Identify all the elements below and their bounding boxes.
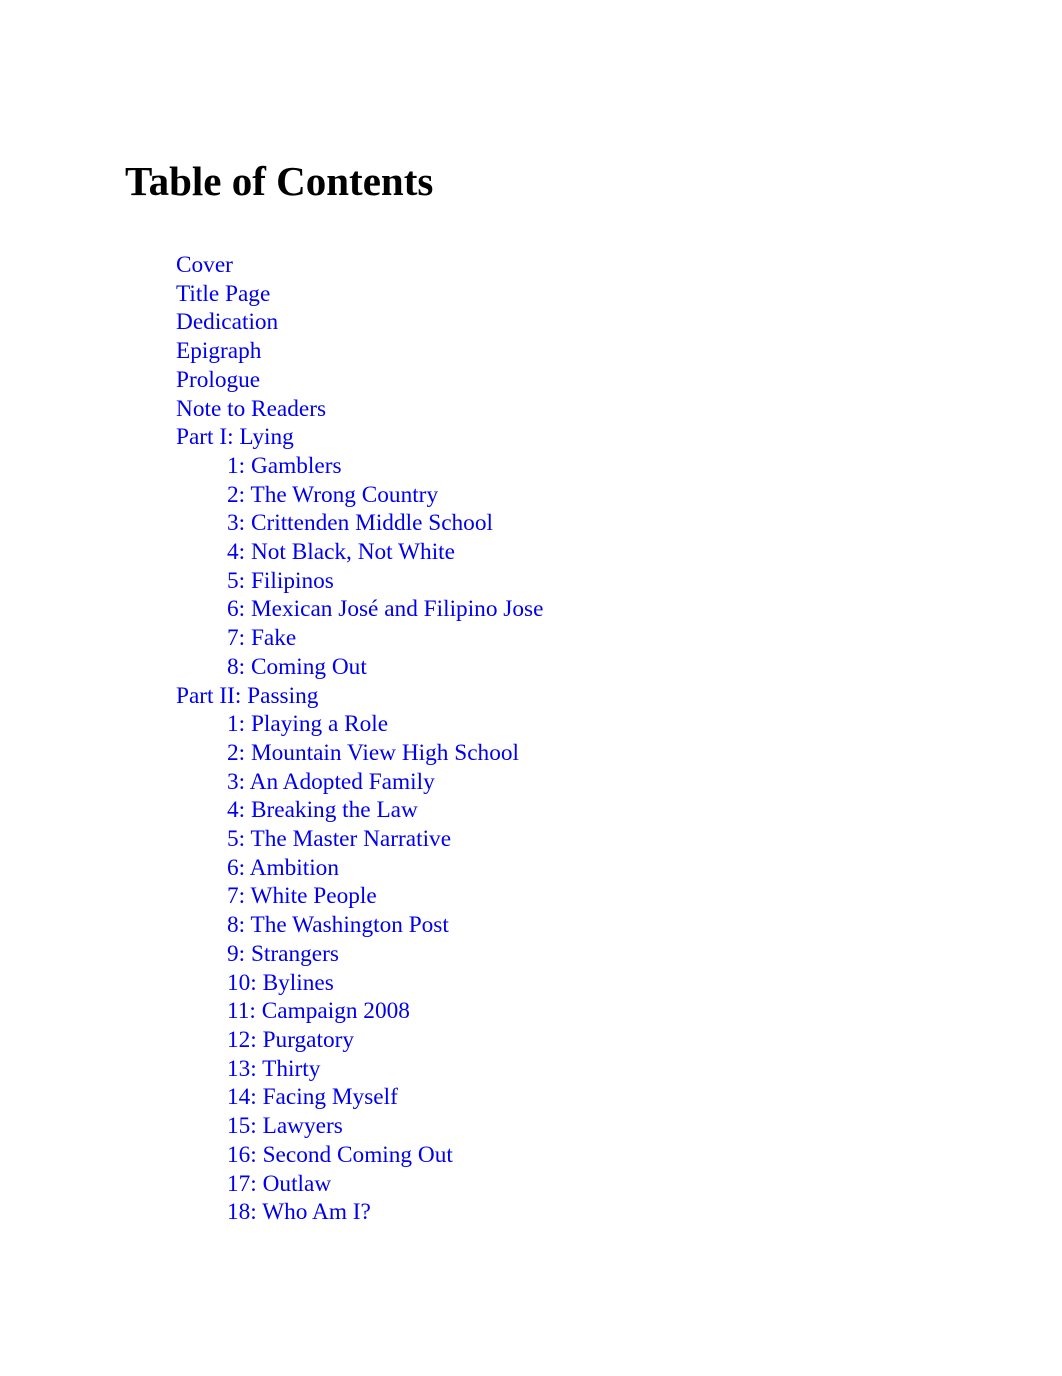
toc-entry: 5: The Master Narrative bbox=[176, 825, 976, 854]
toc-entry: 15: Lawyers bbox=[176, 1112, 976, 1141]
toc-entry: Part II: Passing bbox=[176, 682, 976, 711]
toc-link[interactable]: 9: Strangers bbox=[227, 941, 339, 967]
document-page: Table of Contents Cover Title Page Dedicat… bbox=[0, 0, 1062, 1376]
toc-link[interactable]: 5: The Master Narrative bbox=[227, 826, 451, 852]
toc-link[interactable]: 8: The Washington Post bbox=[227, 912, 449, 938]
toc-link[interactable]: Note to Readers bbox=[176, 396, 326, 422]
toc-entry: 10: Bylines bbox=[176, 969, 976, 998]
toc-entry: 9: Strangers bbox=[176, 940, 976, 969]
toc-entry: 13: Thirty bbox=[176, 1055, 976, 1084]
toc-entry: Note to Readers bbox=[176, 395, 976, 424]
toc-link[interactable]: 7: Fake bbox=[227, 625, 296, 651]
toc-link[interactable]: 17: Outlaw bbox=[227, 1171, 331, 1197]
toc-entry: 2: Mountain View High School bbox=[176, 739, 976, 768]
toc-entry: 3: Crittenden Middle School bbox=[176, 509, 976, 538]
toc-entry: Epigraph bbox=[176, 337, 976, 366]
toc-link[interactable]: 5: Filipinos bbox=[227, 568, 334, 594]
toc-link[interactable]: Part I: Lying bbox=[176, 424, 294, 450]
toc-link[interactable]: Prologue bbox=[176, 367, 260, 393]
toc-entry: 8: Coming Out bbox=[176, 653, 976, 682]
toc-entry: Part I: Lying bbox=[176, 423, 976, 452]
toc-link[interactable]: 16: Second Coming Out bbox=[227, 1142, 453, 1168]
toc-entry: 14: Facing Myself bbox=[176, 1083, 976, 1112]
toc-entry: 7: White People bbox=[176, 882, 976, 911]
toc-entry: 17: Outlaw bbox=[176, 1170, 976, 1199]
toc-link[interactable]: 6: Mexican José and Filipino Jose bbox=[227, 596, 543, 622]
toc-link[interactable]: 8: Coming Out bbox=[227, 654, 367, 680]
toc-link[interactable]: 7: White People bbox=[227, 883, 377, 909]
toc-link[interactable]: 2: The Wrong Country bbox=[227, 482, 438, 508]
toc-link[interactable]: Dedication bbox=[176, 309, 278, 335]
toc-link[interactable]: 15: Lawyers bbox=[227, 1113, 343, 1139]
toc-link[interactable]: 14: Facing Myself bbox=[227, 1084, 398, 1110]
toc-link[interactable]: 2: Mountain View High School bbox=[227, 740, 519, 766]
toc-link[interactable]: Part II: Passing bbox=[176, 683, 318, 709]
toc-entry: 12: Purgatory bbox=[176, 1026, 976, 1055]
toc-link[interactable]: 18: Who Am I? bbox=[227, 1199, 371, 1225]
toc-link[interactable]: 4: Not Black, Not White bbox=[227, 539, 455, 565]
toc-link[interactable]: 4: Breaking the Law bbox=[227, 797, 418, 823]
toc-entry: 4: Not Black, Not White bbox=[176, 538, 976, 567]
toc-entry: 18: Who Am I? bbox=[176, 1198, 976, 1227]
toc-entry: Cover bbox=[176, 251, 976, 280]
toc-link[interactable]: 3: Crittenden Middle School bbox=[227, 510, 493, 536]
toc-link[interactable]: 12: Purgatory bbox=[227, 1027, 354, 1053]
toc-entry: 7: Fake bbox=[176, 624, 976, 653]
toc-link[interactable]: 13: Thirty bbox=[227, 1056, 320, 1082]
toc-link[interactable]: 10: Bylines bbox=[227, 970, 334, 996]
toc-link[interactable]: 1: Playing a Role bbox=[227, 711, 388, 737]
toc-entry: 4: Breaking the Law bbox=[176, 796, 976, 825]
toc-entry: Title Page bbox=[176, 280, 976, 309]
toc-entry: 5: Filipinos bbox=[176, 567, 976, 596]
toc-entry: 6: Mexican José and Filipino Jose bbox=[176, 595, 976, 624]
toc-link[interactable]: Title Page bbox=[176, 281, 270, 307]
toc-entry: 1: Gamblers bbox=[176, 452, 976, 481]
table-of-contents-list: Cover Title Page Dedication Epigraph Prologu… bbox=[176, 251, 976, 1227]
toc-entry: Dedication bbox=[176, 308, 976, 337]
toc-entry: 11: Campaign 2008 bbox=[176, 997, 976, 1026]
toc-link[interactable]: 1: Gamblers bbox=[227, 453, 342, 479]
toc-link[interactable]: 3: An Adopted Family bbox=[227, 769, 435, 795]
toc-entry: 16: Second Coming Out bbox=[176, 1141, 976, 1170]
toc-link[interactable]: Cover bbox=[176, 252, 233, 278]
toc-entry: Prologue bbox=[176, 366, 976, 395]
toc-link[interactable]: Epigraph bbox=[176, 338, 261, 364]
toc-link[interactable]: 6: Ambition bbox=[227, 855, 339, 881]
toc-entry: 3: An Adopted Family bbox=[176, 768, 976, 797]
page-title: Table of Contents bbox=[125, 158, 434, 204]
toc-entry: 1: Playing a Role bbox=[176, 710, 976, 739]
toc-entry: 2: The Wrong Country bbox=[176, 481, 976, 510]
toc-entry: 8: The Washington Post bbox=[176, 911, 976, 940]
toc-link[interactable]: 11: Campaign 2008 bbox=[227, 998, 410, 1024]
toc-entry: 6: Ambition bbox=[176, 854, 976, 883]
